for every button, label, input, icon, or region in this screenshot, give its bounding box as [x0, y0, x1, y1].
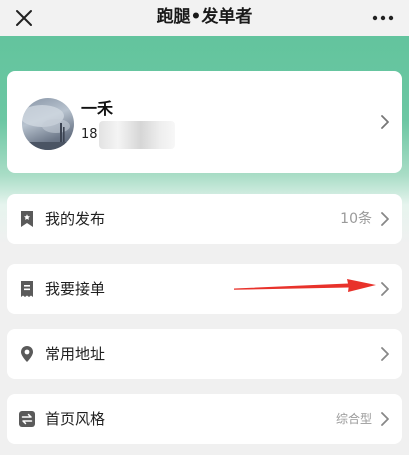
chevron-right-icon — [381, 212, 389, 226]
chevron-right-icon — [381, 412, 389, 426]
red-arrow-annotation — [234, 279, 376, 292]
menu-item-my-posts[interactable]: 我的发布 10条 — [7, 194, 402, 244]
menu-item-home-style[interactable]: 首页风格 综合型 — [7, 394, 402, 444]
menu-item-common-addresses[interactable]: 常用地址 — [7, 329, 402, 379]
menu-item-label: 常用地址 — [45, 345, 106, 363]
nav-bar: 跑腿•发单者 — [0, 0, 409, 36]
close-icon[interactable] — [12, 6, 36, 30]
menu-item-label: 我的发布 — [45, 210, 106, 228]
menu-item-label: 我要接单 — [45, 280, 106, 298]
profile-card[interactable]: 一禾 18 — [7, 71, 402, 173]
bookmark-icon — [21, 211, 33, 227]
post-count-value: 10条 — [340, 211, 372, 227]
menu-item-label: 首页风格 — [45, 410, 106, 428]
chevron-right-icon — [381, 347, 389, 361]
profile-name: 一禾 — [81, 99, 114, 118]
home-style-value: 综合型 — [335, 412, 372, 426]
more-dots-icon[interactable] — [371, 8, 395, 28]
swap-icon — [19, 411, 35, 427]
chevron-right-icon — [381, 282, 389, 296]
avatar — [22, 98, 74, 150]
receipt-icon — [21, 281, 33, 297]
profile-phone: 18 — [81, 127, 98, 142]
location-pin-icon — [21, 346, 33, 362]
chevron-right-icon — [381, 115, 389, 129]
page-title: 跑腿•发单者 — [156, 7, 253, 27]
phone-mask — [99, 121, 175, 149]
